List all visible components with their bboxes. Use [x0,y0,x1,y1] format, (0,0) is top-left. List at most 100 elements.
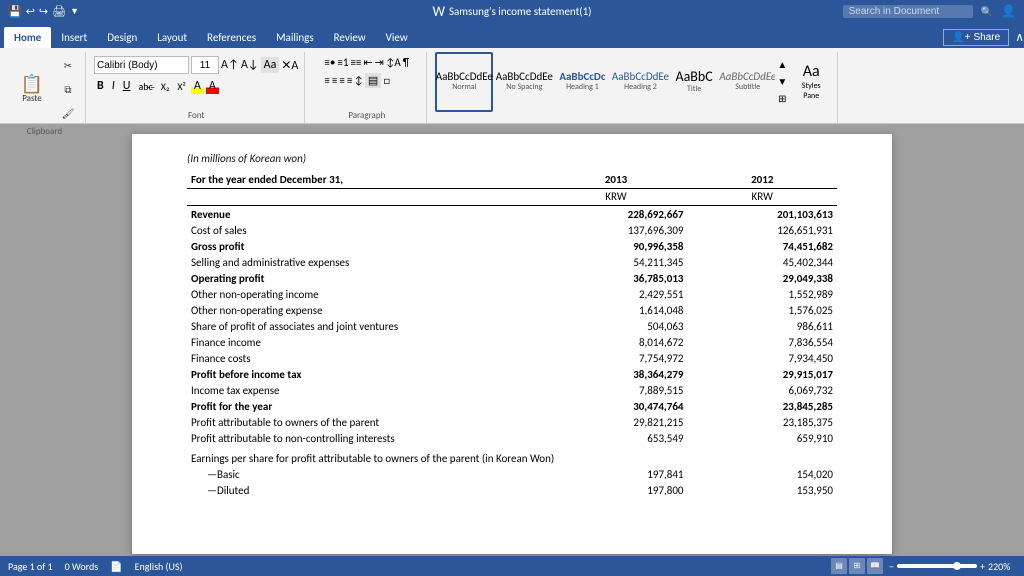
row-val2013: 38,364,279 [545,366,688,382]
row-val2012: 1,576,025 [688,302,838,318]
tab-home[interactable]: Home [4,27,51,48]
row-val2012: 23,185,375 [688,414,838,430]
tab-insert[interactable]: Insert [51,27,97,48]
title-bar-right: 🔍 👤 [843,4,1016,19]
font-color-button[interactable]: A [206,78,219,94]
print-icon[interactable]: 🖨 [52,5,66,18]
tab-view[interactable]: View [376,27,418,48]
row-label: Profit for the year [187,398,545,414]
save-icon[interactable]: 💾 [8,5,22,18]
cut-button[interactable]: ✂ [57,54,79,76]
table-row: Profit attributable to non-controlling i… [187,430,837,446]
para-row1: ≡• ≡1 ≡≡ ⇤ ⇥ ↕A ¶ [324,56,409,69]
change-case-icon[interactable]: Aa [261,57,280,73]
table-row: Share of profit of associates and joint … [187,318,837,334]
style-normal[interactable]: AaBbCcDdEe Normal [435,52,493,112]
styles-down-icon[interactable]: ▼ [777,75,787,88]
eps-row-val2013: 197,800 [545,483,688,499]
row-val2012: 201,103,613 [688,206,838,223]
share-button[interactable]: 👤+ Share [943,29,1009,46]
align-right-icon[interactable]: ≡ [339,74,344,87]
table-row: Finance income8,014,6727,836,554 [187,334,837,350]
style-heading1[interactable]: AaBbCcDc Heading 1 [555,52,609,112]
styles-group: AaBbCcDdEe Normal AaBbCcDdEe No Spacing … [429,52,838,123]
paste-button[interactable]: 📋 Paste [10,62,54,116]
superscript-button[interactable]: X² [174,79,189,94]
copy-button[interactable]: ⧉ [57,78,79,100]
track-changes-icon[interactable]: 📄 [110,560,122,573]
row-val2013: 2,429,551 [545,286,688,302]
align-center-icon[interactable]: ≡ [332,74,337,87]
font-name-selector[interactable] [94,56,189,74]
multilevel-icon[interactable]: ≡≡ [350,56,361,69]
account-icon[interactable]: 👤 [1001,4,1016,19]
show-formatting-icon[interactable]: ¶ [403,56,409,69]
font-shrink-icon[interactable]: A↓ [241,58,259,72]
styles-up-icon[interactable]: ▲ [777,58,787,71]
row-label: Revenue [187,206,545,223]
style-heading2[interactable]: AaBbCcDdEe Heading 2 [611,52,669,112]
zoom-out-icon[interactable]: − [889,560,894,573]
word-icon: W [432,3,444,20]
row-label: Gross profit [187,238,545,254]
tab-mailings[interactable]: Mailings [266,27,324,48]
decrease-indent-icon[interactable]: ⇤ [363,56,372,69]
view-icons: ▤ ⊞ 📖 [831,558,883,574]
tab-references[interactable]: References [197,27,266,48]
search-input[interactable] [843,5,973,18]
redo-icon[interactable]: ↪ [39,5,48,18]
font-grow-icon[interactable]: A↑ [221,58,239,72]
zoom-level[interactable]: 220% [988,560,1016,573]
undo-icon[interactable]: ↩ [26,5,35,18]
search-icon[interactable]: 🔍 [981,5,993,18]
share-icon: 👤+ [952,32,970,43]
clipboard-content: 📋 Paste ✂ ⧉ 🖌 [10,52,79,126]
style-title[interactable]: AaBbC Title [671,52,716,112]
sort-icon[interactable]: ↕A [386,56,401,69]
row-val2012: 7,934,450 [688,350,838,366]
eps-row-val2013: 197,841 [545,467,688,483]
underline-button[interactable]: U [120,78,134,94]
header-2012: 2012 [688,171,838,188]
para-row2: ≡ ≡ ≡ ≡ ↕ ▤ □ [324,73,409,88]
title-text: Samsung's income statement(1) [449,5,592,18]
collapse-ribbon-icon[interactable]: ∧ [1015,30,1024,45]
subscript-button[interactable]: X₂ [158,79,173,94]
style-no-spacing[interactable]: AaBbCcDdEe No Spacing [495,52,553,112]
row-val2012: 659,910 [688,430,838,446]
numbering-icon[interactable]: ≡1 [337,56,348,69]
shading-icon[interactable]: ▤ [365,73,381,88]
bullets-icon[interactable]: ≡• [324,56,335,69]
zoom-slider[interactable] [897,564,977,568]
strikethrough-button[interactable]: ab̶c̶ [135,79,155,94]
format-painter-button[interactable]: 🖌 [57,102,79,124]
paste-icon: 📋 [21,75,43,93]
zoom-in-icon[interactable]: + [980,560,985,573]
clear-format-icon[interactable]: ✕A [281,58,298,73]
print-layout-icon[interactable]: ▤ [831,558,847,574]
tab-layout[interactable]: Layout [147,27,197,48]
web-layout-icon[interactable]: ⊞ [849,558,865,574]
style-subtitle[interactable]: AaBbCcDdEe Subtitle [719,52,776,112]
bold-button[interactable]: B [94,78,107,94]
italic-button[interactable]: I [109,78,118,94]
row-label: Profit before income tax [187,366,545,382]
font-size-selector[interactable] [191,56,219,74]
document-page: (In millions of Korean won) For the year… [132,134,892,554]
styles-pane-button[interactable]: Aa StylesPane [791,62,831,101]
eps-header-row: Earnings per share for profit attributab… [187,446,837,467]
justify-icon[interactable]: ≡ [347,74,352,87]
align-left-icon[interactable]: ≡ [324,74,329,87]
font-row1: A↑ A↓ Aa ✕A [94,56,298,74]
text-highlight-button[interactable]: A [191,78,204,94]
border-icon[interactable]: □ [383,74,390,87]
font-group: A↑ A↓ Aa ✕A B I U ab̶c̶ X₂ X² A A Font [88,52,305,123]
read-mode-icon[interactable]: 📖 [867,558,883,574]
line-spacing-icon[interactable]: ↕ [354,74,363,87]
styles-expand-icon[interactable]: ⊞ [778,92,786,105]
krw-2012: KRW [688,188,838,206]
tab-design[interactable]: Design [97,27,147,48]
tab-review[interactable]: Review [324,27,376,48]
increase-indent-icon[interactable]: ⇥ [375,56,384,69]
customize-icon[interactable]: ▼ [70,6,79,17]
